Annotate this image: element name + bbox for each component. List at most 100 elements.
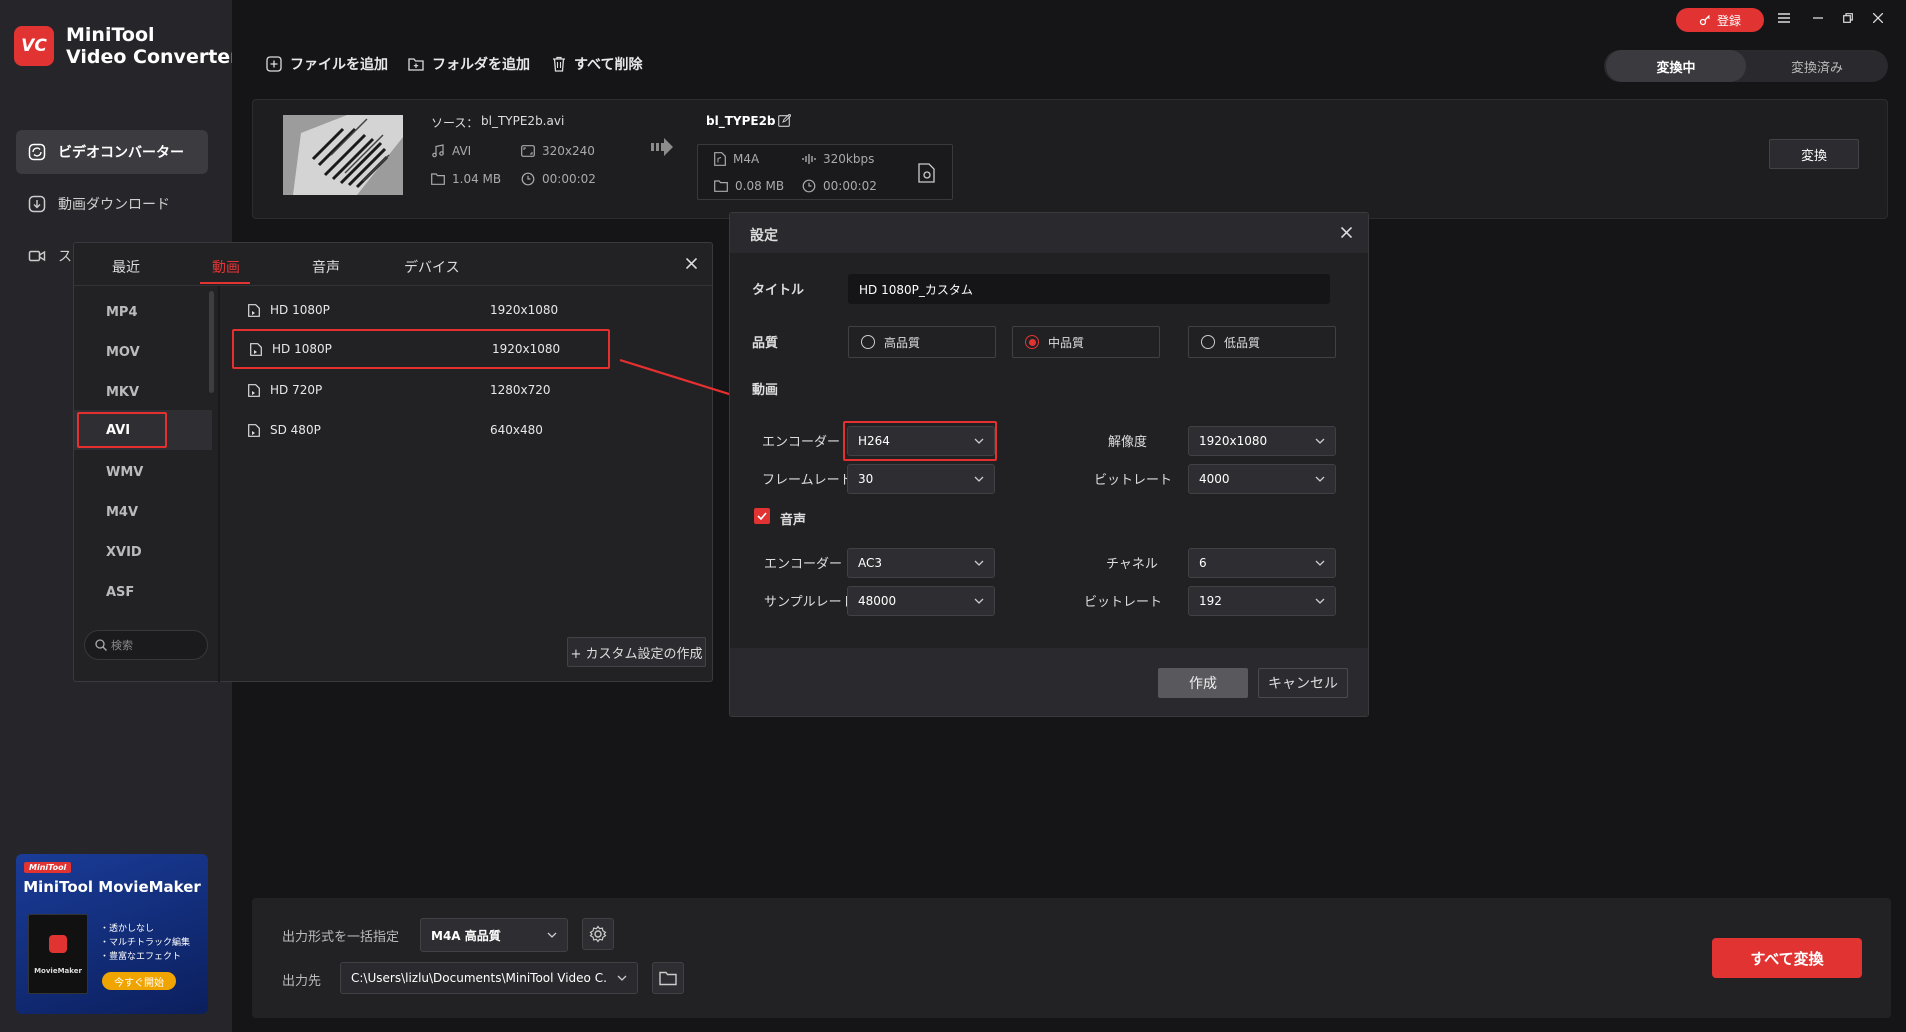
quality-option-label: 中品質 xyxy=(1048,335,1085,350)
cancel-button[interactable]: キャンセル xyxy=(1258,668,1348,698)
output-format-select-value: M4A 高品質 xyxy=(431,928,501,943)
source-size-value: 1.04 MB xyxy=(452,172,502,186)
audio-encoder-label: エンコーダー xyxy=(764,557,843,572)
radio-icon xyxy=(861,335,875,349)
format-item-asf[interactable]: ASF xyxy=(88,574,198,610)
framerate-value: 30 xyxy=(858,472,874,486)
preset-resolution: 1280x720 xyxy=(490,383,551,397)
title-input[interactable]: HD 1080P_カスタム xyxy=(848,274,1330,304)
format-item-wmv[interactable]: WMV xyxy=(88,454,198,490)
output-path-select[interactable]: C:\Users\lizlu\Documents\MiniTool Video … xyxy=(340,962,638,994)
browse-folder-button[interactable] xyxy=(652,962,684,994)
format-item-xvid[interactable]: XVID xyxy=(88,534,198,570)
format-item-m4v[interactable]: M4V xyxy=(88,494,198,530)
promo-feature: ・マルチトラック編集 xyxy=(100,938,191,948)
format-item-mov[interactable]: MOV xyxy=(88,334,198,370)
restore-icon[interactable] xyxy=(1840,10,1856,26)
settings-dialog: 設定 タイトル HD 1080P_カスタム 品質 高品質 中品質 低品質 動画 … xyxy=(729,212,1369,717)
video-bitrate-value: 4000 xyxy=(1199,472,1230,486)
audio-bitrate-label: ビットレート xyxy=(1084,595,1163,610)
close-icon[interactable] xyxy=(1341,227,1352,238)
add-file-button[interactable]: ファイルを追加 xyxy=(266,54,388,74)
minimize-icon[interactable] xyxy=(1810,10,1826,26)
preset-resolution: 1920x1080 xyxy=(492,342,561,356)
format-item-mp4[interactable]: MP4 xyxy=(88,294,198,330)
sidebar-item-video-converter[interactable]: ビデオコンバーター xyxy=(16,130,208,174)
resolution-icon xyxy=(521,145,535,157)
output-format-label: 出力形式を一括指定 xyxy=(282,930,400,945)
tab-video[interactable]: 動画 xyxy=(212,257,240,277)
chevron-down-icon xyxy=(617,975,627,981)
checkmark-icon xyxy=(757,512,767,520)
output-format-select[interactable]: M4A 高品質 xyxy=(420,918,568,952)
sidebar-item-label: 動画ダウンロード xyxy=(58,197,170,213)
chevron-down-icon xyxy=(974,598,984,604)
edit-name-icon[interactable] xyxy=(778,114,791,127)
quality-low-radio[interactable]: 低品質 xyxy=(1188,326,1336,358)
sidebar-item-label: ビデオコンバーター xyxy=(58,145,184,161)
plus-circle-icon xyxy=(266,56,282,72)
audio-checkbox[interactable] xyxy=(754,508,770,524)
output-settings-button[interactable] xyxy=(582,918,614,950)
channel-select[interactable]: 6 xyxy=(1188,548,1336,578)
tab-converting[interactable]: 変換中 xyxy=(1606,50,1746,82)
output-format: M4A xyxy=(714,152,759,166)
tab-recent[interactable]: 最近 xyxy=(112,257,140,277)
quality-medium-radio[interactable]: 中品質 xyxy=(1012,326,1160,358)
audio-encoder-select[interactable]: AC3 xyxy=(847,548,995,578)
audio-section-label: 音声 xyxy=(780,513,807,528)
tab-device[interactable]: デバイス xyxy=(404,257,460,277)
tab-audio[interactable]: 音声 xyxy=(312,257,340,277)
resolution-label: 解像度 xyxy=(1108,435,1148,450)
register-button[interactable]: 登録 xyxy=(1676,8,1764,32)
folder-icon xyxy=(659,971,677,985)
chevron-down-icon xyxy=(1315,560,1325,566)
video-section-label: 動画 xyxy=(752,383,779,398)
quality-label: 品質 xyxy=(752,336,779,351)
promo-title: MiniTool MovieMaker xyxy=(23,878,201,896)
tab-converted[interactable]: 変換済み xyxy=(1748,50,1886,82)
music-note-icon xyxy=(432,144,444,158)
preset-row-selected[interactable]: HD 1080P 1920x1080 xyxy=(232,329,610,369)
chevron-down-icon xyxy=(974,476,984,482)
format-item-mkv[interactable]: MKV xyxy=(88,374,198,410)
resolution-select[interactable]: 1920x1080 xyxy=(1188,426,1336,456)
framerate-select[interactable]: 30 xyxy=(847,464,995,494)
preset-name: HD 1080P xyxy=(270,303,330,317)
format-list-scrollbar[interactable] xyxy=(209,291,214,393)
sidebar-item-video-download[interactable]: 動画ダウンロード xyxy=(16,182,208,226)
preset-row[interactable]: HD 1080P 1920x1080 xyxy=(232,292,706,328)
convert-all-button[interactable]: すべて変換 xyxy=(1712,938,1862,978)
title-label: タイトル xyxy=(752,283,805,298)
convert-button[interactable]: 変換 xyxy=(1769,139,1859,169)
output-settings-icon[interactable] xyxy=(918,163,936,183)
add-folder-label: フォルダを追加 xyxy=(432,57,530,73)
audio-bitrate-select[interactable]: 192 xyxy=(1188,586,1336,616)
source-format-value: AVI xyxy=(452,144,472,158)
audio-encoder-value: AC3 xyxy=(858,556,883,570)
format-item-avi[interactable]: AVI xyxy=(77,412,167,448)
delete-all-button[interactable]: すべて削除 xyxy=(552,54,642,74)
converter-icon xyxy=(28,143,46,161)
format-search-input[interactable]: 検索 xyxy=(84,630,208,660)
video-thumbnail[interactable] xyxy=(283,115,403,195)
close-icon[interactable] xyxy=(686,258,697,269)
quality-high-radio[interactable]: 高品質 xyxy=(848,326,996,358)
video-bitrate-select[interactable]: 4000 xyxy=(1188,464,1336,494)
promo-badge: MiniTool xyxy=(24,862,72,873)
sidebar-item-label: ス xyxy=(58,249,72,265)
create-button[interactable]: 作成 xyxy=(1158,668,1248,698)
output-format-box[interactable]: M4A 320kbps 0.08 MB 00:00:02 xyxy=(697,144,953,200)
audio-file-icon xyxy=(714,152,726,166)
add-folder-button[interactable]: フォルダを追加 xyxy=(408,54,530,74)
source-duration-value: 00:00:02 xyxy=(542,172,596,186)
menu-icon[interactable] xyxy=(1776,10,1792,26)
chevron-down-icon xyxy=(1315,598,1325,604)
samplerate-select[interactable]: 48000 xyxy=(847,586,995,616)
promo-start-button[interactable]: 今すぐ開始 xyxy=(102,972,176,990)
close-window-icon[interactable] xyxy=(1870,10,1886,26)
moviemaker-promo[interactable]: MiniTool MiniTool MovieMaker MovieMaker … xyxy=(16,854,208,1014)
create-custom-button[interactable]: + カスタム設定の作成 xyxy=(567,637,706,667)
folder-icon xyxy=(714,180,728,192)
app-name-line2: Video Converter xyxy=(66,46,240,68)
